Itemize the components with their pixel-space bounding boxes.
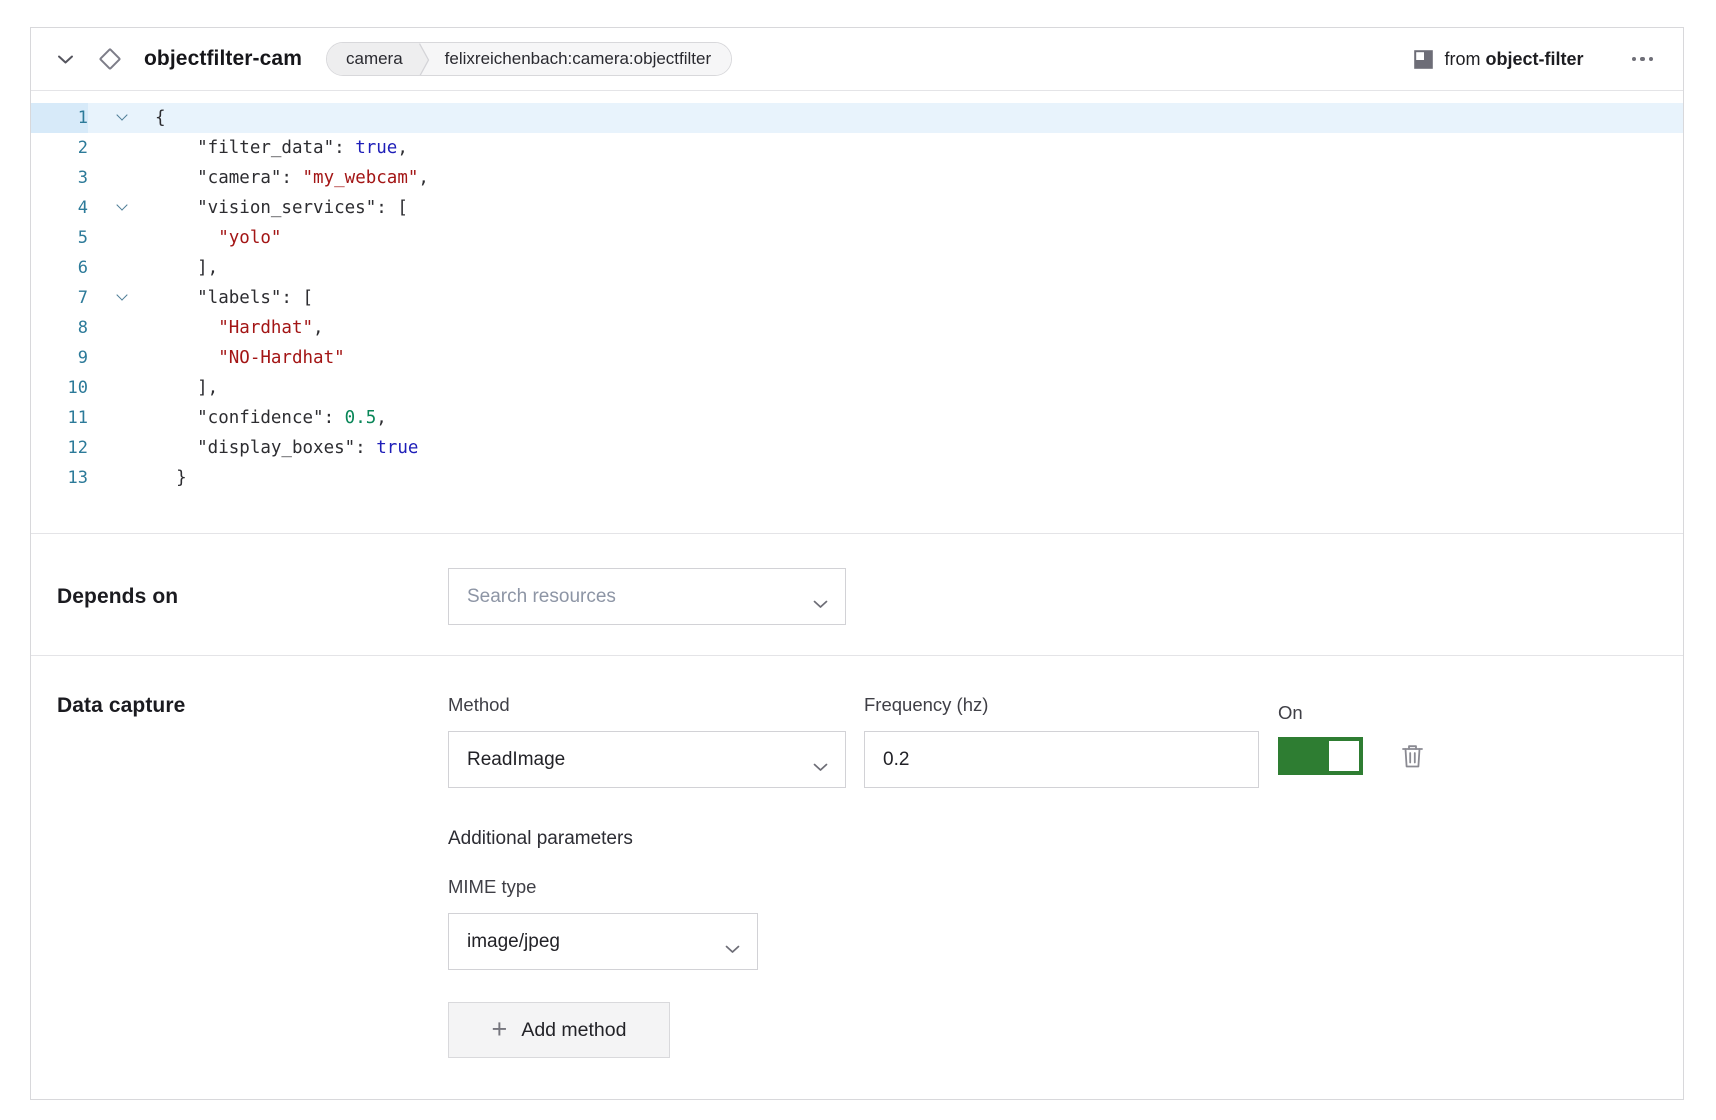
code-text[interactable]: }	[155, 463, 1683, 493]
line-number: 7	[31, 283, 88, 313]
line-number: 9	[31, 343, 88, 373]
on-label: On	[1278, 702, 1424, 724]
line-number: 2	[31, 133, 88, 163]
code-line-3: 3 "camera": "my_webcam",	[31, 163, 1683, 193]
module-icon	[1414, 50, 1433, 69]
code-text[interactable]: "confidence": 0.5,	[155, 403, 1683, 433]
fold-spacer	[88, 163, 155, 193]
depends-on-section: Depends on	[31, 534, 1683, 656]
fold-spacer	[88, 313, 155, 343]
chevron-down-icon	[813, 756, 828, 778]
line-number: 1	[31, 103, 88, 133]
badge-model-segment: felixreichenbach:camera:objectfilter	[433, 43, 731, 75]
method-value: ReadImage	[467, 749, 565, 771]
fold-spacer	[88, 343, 155, 373]
add-method-label: Add method	[521, 1019, 626, 1042]
line-number: 4	[31, 193, 88, 223]
json-config-editor[interactable]: 1{2 "filter_data": true,3 "camera": "my_…	[31, 91, 1683, 534]
code-text[interactable]: "yolo"	[155, 223, 1683, 253]
data-capture-on-toggle[interactable]	[1278, 737, 1363, 775]
plus-icon: +	[492, 1016, 508, 1043]
code-text[interactable]: "Hardhat",	[155, 313, 1683, 343]
mime-type-dropdown[interactable]: image/jpeg	[448, 913, 758, 970]
fold-spacer	[88, 403, 155, 433]
code-text[interactable]: ],	[155, 253, 1683, 283]
data-capture-title: Data capture	[57, 694, 185, 717]
badge-type-segment: camera	[327, 43, 419, 75]
line-number: 11	[31, 403, 88, 433]
code-text[interactable]: "camera": "my_webcam",	[155, 163, 1683, 193]
search-resources-input[interactable]	[467, 586, 827, 608]
resource-card: objectfilter-cam camera felixreichenbach…	[30, 27, 1684, 1100]
fold-spacer	[88, 223, 155, 253]
ellipsis-menu-icon[interactable]	[1630, 51, 1656, 68]
code-text[interactable]: {	[155, 103, 1683, 133]
code-line-4: 4 "vision_services": [	[31, 193, 1683, 223]
line-number: 6	[31, 253, 88, 283]
line-number: 10	[31, 373, 88, 403]
line-number: 8	[31, 313, 88, 343]
chevron-down-icon	[725, 938, 740, 960]
line-number: 12	[31, 433, 88, 463]
chevron-down-icon	[813, 593, 828, 615]
code-text[interactable]: "filter_data": true,	[155, 133, 1683, 163]
fold-spacer	[88, 373, 155, 403]
fold-chevron-icon[interactable]	[88, 193, 155, 223]
code-line-6: 6 ],	[31, 253, 1683, 283]
fold-chevron-icon[interactable]	[88, 283, 155, 313]
mime-type-value: image/jpeg	[467, 931, 560, 953]
badge-separator-chevron-icon	[419, 43, 433, 76]
line-number: 5	[31, 223, 88, 253]
code-line-9: 9 "NO-Hardhat"	[31, 343, 1683, 373]
frequency-label: Frequency (hz)	[864, 694, 1259, 716]
code-text[interactable]: "vision_services": [	[155, 193, 1683, 223]
resource-type-badge: camera felixreichenbach:camera:objectfil…	[326, 42, 732, 76]
add-method-button[interactable]: + Add method	[448, 1002, 670, 1058]
fold-spacer	[88, 133, 155, 163]
from-module-label: from object-filter	[1444, 49, 1583, 70]
additional-parameters-label: Additional parameters	[448, 828, 1424, 850]
code-line-1: 1{	[31, 103, 1683, 133]
code-line-8: 8 "Hardhat",	[31, 313, 1683, 343]
fold-chevron-icon[interactable]	[88, 103, 155, 133]
collapse-chevron-icon[interactable]	[57, 54, 74, 65]
code-line-5: 5 "yolo"	[31, 223, 1683, 253]
code-line-12: 12 "display_boxes": true	[31, 433, 1683, 463]
code-line-7: 7 "labels": [	[31, 283, 1683, 313]
code-text[interactable]: "NO-Hardhat"	[155, 343, 1683, 373]
resource-title: objectfilter-cam	[144, 47, 302, 71]
code-text[interactable]: "display_boxes": true	[155, 433, 1683, 463]
resource-diamond-icon	[99, 48, 122, 71]
line-number: 13	[31, 463, 88, 493]
depends-on-search-dropdown[interactable]	[448, 568, 846, 625]
code-line-13: 13 }	[31, 463, 1683, 493]
code-text[interactable]: "labels": [	[155, 283, 1683, 313]
method-dropdown[interactable]: ReadImage	[448, 731, 846, 788]
toggle-knob	[1329, 741, 1359, 771]
data-capture-section: Data capture Method ReadImage Frequency …	[31, 656, 1683, 1058]
line-number: 3	[31, 163, 88, 193]
trash-icon[interactable]	[1401, 743, 1424, 769]
fold-spacer	[88, 253, 155, 283]
frequency-field[interactable]	[864, 731, 1259, 788]
mime-type-label: MIME type	[448, 876, 1424, 898]
code-line-10: 10 ],	[31, 373, 1683, 403]
frequency-input[interactable]	[883, 749, 1240, 771]
fold-spacer	[88, 463, 155, 493]
fold-spacer	[88, 433, 155, 463]
resource-card-header: objectfilter-cam camera felixreichenbach…	[31, 28, 1683, 91]
method-label: Method	[448, 694, 846, 716]
code-line-2: 2 "filter_data": true,	[31, 133, 1683, 163]
code-text[interactable]: ],	[155, 373, 1683, 403]
depends-on-title: Depends on	[57, 585, 178, 608]
module-name: object-filter	[1485, 49, 1583, 69]
code-line-11: 11 "confidence": 0.5,	[31, 403, 1683, 433]
